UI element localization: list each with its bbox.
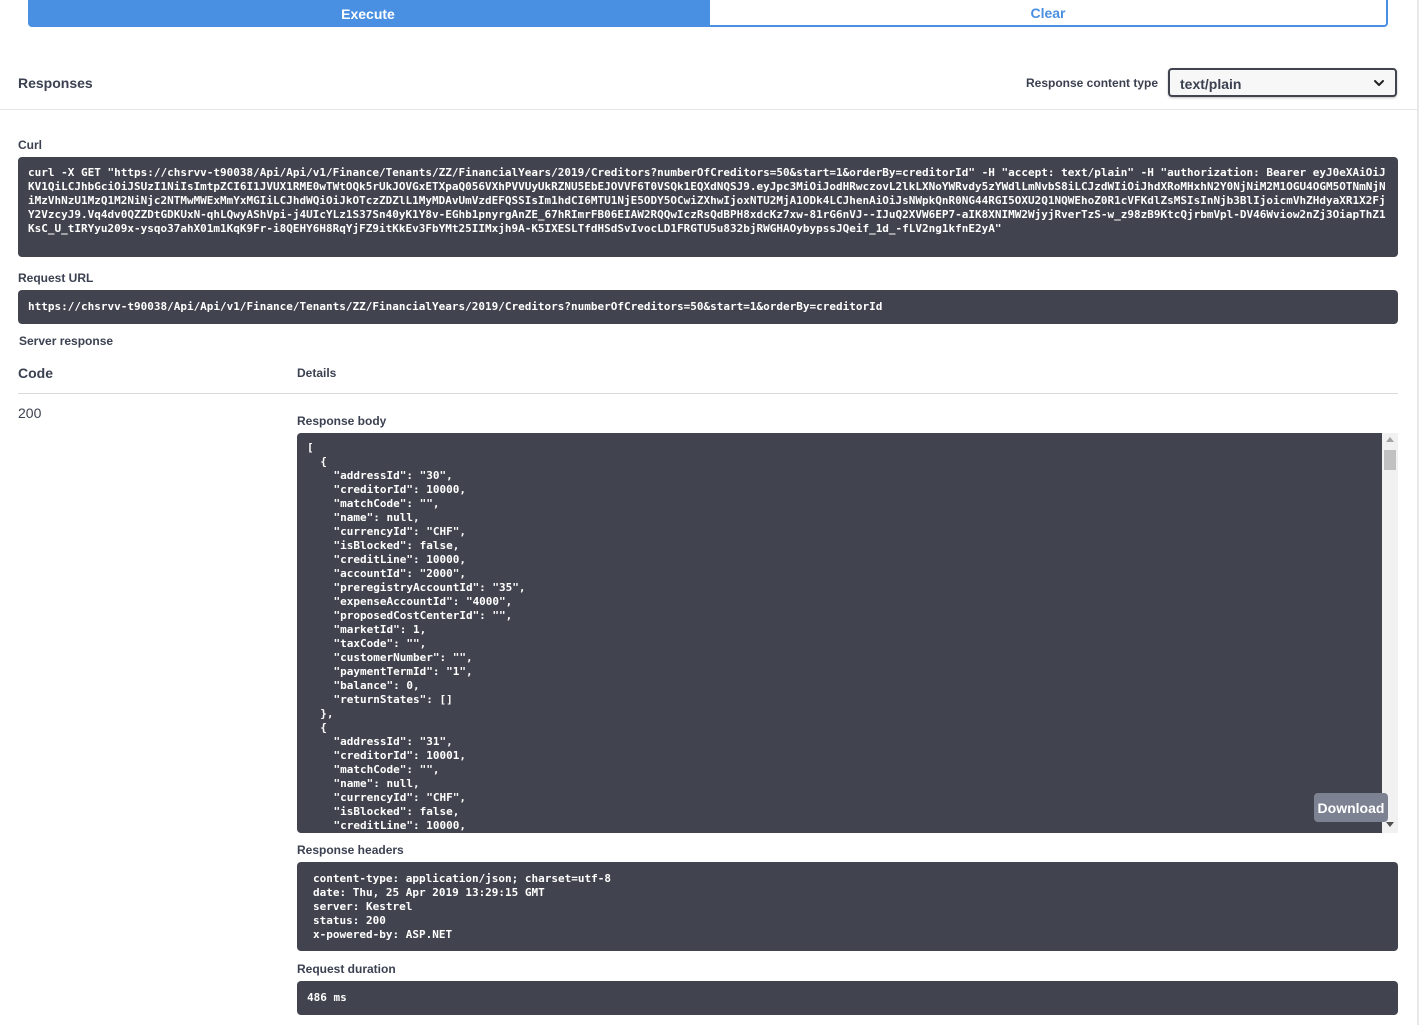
request-duration-box: 486 ms: [297, 981, 1398, 1015]
request-url-box[interactable]: https://chsrvv-t90038/Api/Api/v1/Finance…: [18, 290, 1398, 324]
response-body: [ { "addressId": "30", "creditorId": 100…: [307, 441, 526, 832]
table-header-divider: [18, 393, 1398, 394]
scroll-down-arrow-icon[interactable]: [1386, 822, 1394, 827]
scroll-up-arrow-icon[interactable]: [1386, 437, 1394, 442]
response-headers-label: Response headers: [297, 843, 404, 857]
curl-command-box[interactable]: curl -X GET "https://chsrvv-t90038/Api/A…: [18, 157, 1398, 257]
response-status-code: 200: [18, 405, 42, 421]
chevron-down-icon: [1374, 80, 1384, 86]
curl-command: curl -X GET "https://chsrvv-t90038/Api/A…: [28, 166, 1386, 235]
clear-button[interactable]: Clear: [708, 0, 1388, 27]
details-column-header: Details: [297, 366, 337, 380]
response-content-type-value: text/plain: [1180, 76, 1242, 92]
download-button[interactable]: Download: [1314, 793, 1388, 822]
request-duration-value: 486 ms: [307, 991, 347, 1004]
response-body-label: Response body: [297, 414, 387, 428]
responses-title: Responses: [18, 75, 93, 91]
response-body-box[interactable]: [ { "addressId": "30", "creditorId": 100…: [297, 433, 1398, 833]
response-headers-box[interactable]: content-type: application/json; charset=…: [297, 862, 1398, 951]
code-column-header: Code: [18, 365, 53, 381]
execute-button[interactable]: Execute: [28, 0, 708, 27]
response-content-type-select[interactable]: text/plain: [1168, 68, 1397, 97]
request-url-value: https://chsrvv-t90038/Api/Api/v1/Finance…: [28, 300, 883, 313]
request-duration-label: Request duration: [297, 962, 396, 976]
response-headers: content-type: application/json; charset=…: [313, 872, 612, 941]
server-response-label: Server response: [19, 334, 114, 348]
scrollbar-thumb[interactable]: [1384, 450, 1396, 470]
response-content-type-label: Response content type: [1026, 76, 1159, 90]
request-url-label: Request URL: [18, 271, 94, 285]
curl-label: Curl: [18, 138, 42, 152]
response-body-scrollbar[interactable]: [1382, 433, 1398, 833]
